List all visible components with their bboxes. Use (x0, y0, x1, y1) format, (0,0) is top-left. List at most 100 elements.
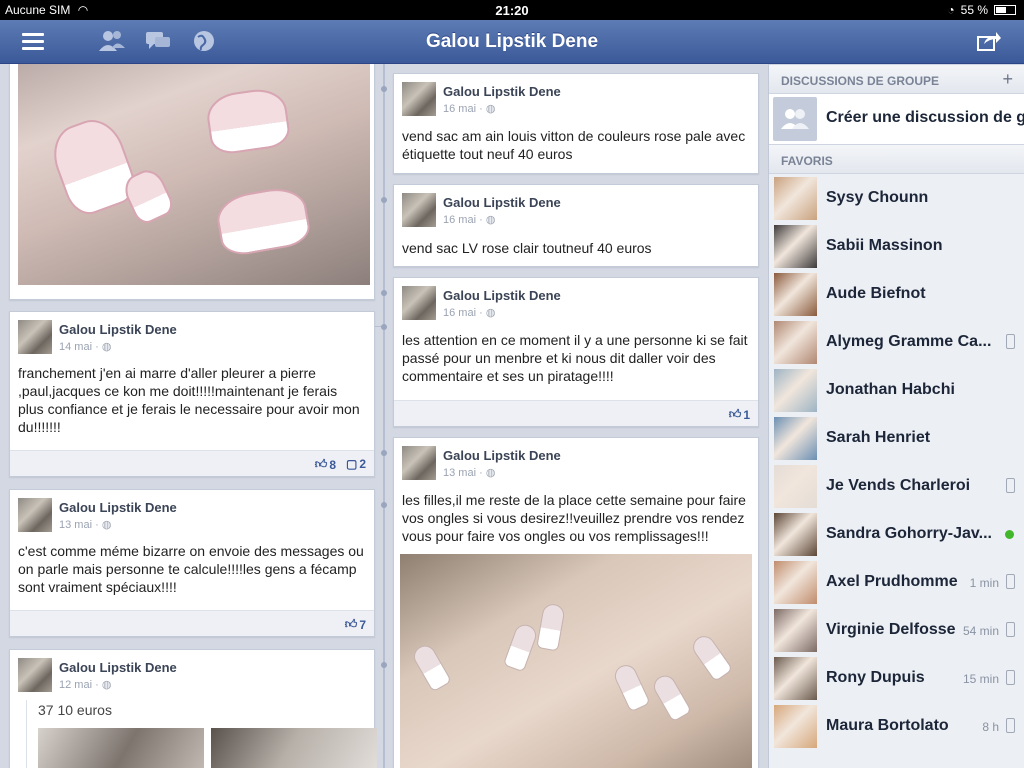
post-date: 14 mai · ◍ (59, 341, 112, 353)
post-date-text: 12 mai (59, 679, 93, 691)
avatar[interactable] (774, 417, 817, 460)
post-author[interactable]: Galou Lipstik Dene (59, 322, 177, 337)
friend-row[interactable]: Sysy Chounn (769, 175, 1024, 223)
like-count[interactable]: 👍︎ 7 (345, 617, 366, 632)
group-icon (773, 97, 817, 141)
avatar[interactable] (774, 705, 817, 748)
post-text: c'est comme méme bizarre on envoie des m… (18, 543, 364, 595)
post-text: franchement j'en ai marre d'aller pleure… (18, 365, 360, 435)
avatar[interactable] (774, 609, 817, 652)
post-footer: 👍︎ 7 (10, 610, 374, 636)
friend-name: Sandra Gohorry-Jav... (826, 525, 992, 542)
like-count[interactable]: 👍︎ 1 (729, 407, 750, 422)
avatar[interactable] (18, 320, 52, 354)
avatar[interactable] (774, 321, 817, 364)
avatar[interactable] (774, 177, 817, 220)
friend-row[interactable]: Aude Biefnot (769, 271, 1024, 319)
post-author[interactable]: Galou Lipstik Dene (443, 84, 561, 99)
shared-album[interactable]: 37 10 euros (26, 700, 377, 768)
post-date-text: 13 mai (443, 467, 477, 479)
clock: 21:20 (495, 3, 529, 18)
post-card[interactable]: Galou Lipstik Dene 12 mai · ◍ 37 10 euro… (9, 649, 377, 768)
avatar[interactable] (774, 369, 817, 412)
avatar[interactable] (402, 193, 436, 227)
like-count[interactable]: 👍︎ 8 (315, 457, 336, 472)
friend-row[interactable]: Sarah Henriet (769, 415, 1024, 463)
post-text: vend sac LV rose clair toutneuf 40 euros (402, 240, 652, 256)
avatar[interactable] (402, 82, 436, 116)
avatar[interactable] (18, 658, 52, 692)
share-icon[interactable] (976, 30, 1002, 52)
post-card[interactable]: Galou Lipstik Dene 16 mai · ◍ vend sac a… (393, 73, 759, 174)
avatar[interactable] (774, 273, 817, 316)
create-group-discussion[interactable]: Créer une discussion de g (769, 94, 1024, 144)
friend-row[interactable]: Axel Prudhomme 1 min (769, 559, 1024, 607)
comment-count[interactable]: ▢ 2 (346, 457, 366, 471)
post-footer: 👍︎ 8 ▢ 2 (10, 450, 374, 476)
nails-photo[interactable] (400, 554, 752, 768)
mobile-icon (1006, 478, 1015, 493)
globe-icon: ◍ (485, 214, 496, 226)
status-bar: Aucune SIM ◠ 21:20 ◔ 55 % (0, 0, 1024, 20)
avatar[interactable] (402, 446, 436, 480)
chat-sidebar[interactable]: DISCUSSIONS DE GROUPE + Créer une discus… (768, 64, 1024, 768)
post-date: 12 mai · ◍ (59, 679, 112, 691)
friend-name: Jonathan Habchi (826, 381, 955, 398)
post-text: les filles,il me reste de la place cette… (402, 492, 746, 544)
timeline-dot (381, 324, 387, 330)
comment-count-text: 2 (359, 457, 366, 471)
post-card[interactable]: Galou Lipstik Dene 16 mai · ◍ vend sac L… (393, 184, 759, 267)
post-card[interactable]: Galou Lipstik Dene 13 mai · ◍ les filles… (393, 437, 759, 768)
friend-row[interactable]: Sabii Massinon (769, 223, 1024, 271)
post-author[interactable]: Galou Lipstik Dene (59, 660, 177, 675)
online-status-icon (1005, 530, 1014, 539)
post-date: 16 mai · ◍ (443, 307, 496, 319)
nails-photo[interactable] (18, 64, 370, 285)
friend-row[interactable]: Sandra Gohorry-Jav... (769, 511, 1024, 559)
post-date-text: 16 mai (443, 214, 477, 226)
post-author[interactable]: Galou Lipstik Dene (443, 288, 561, 303)
avatar[interactable] (774, 561, 817, 604)
friend-row[interactable]: Jonathan Habchi (769, 367, 1024, 415)
post-date: 13 mai · ◍ (59, 519, 112, 531)
timeline-dot (381, 290, 387, 296)
photo-post-card[interactable] (9, 64, 375, 300)
post-date: 16 mai · ◍ (443, 214, 496, 226)
avatar[interactable] (774, 225, 817, 268)
avatar[interactable] (402, 286, 436, 320)
album-photo[interactable] (211, 728, 377, 768)
avatar[interactable] (774, 465, 817, 508)
page-title: Galou Lipstik Dene (425, 31, 599, 52)
like-icon: 👍︎ (344, 617, 358, 631)
album-caption: 37 10 euros (38, 702, 112, 718)
post-date-text: 13 mai (59, 519, 93, 531)
post-card[interactable]: Galou Lipstik Dene 16 mai · ◍ les attent… (393, 277, 759, 427)
post-date-text: 16 mai (443, 307, 477, 319)
post-author[interactable]: Galou Lipstik Dene (59, 500, 177, 515)
friend-row[interactable]: Maura Bortolato 8 h (769, 703, 1024, 751)
post-card[interactable]: Galou Lipstik Dene 13 mai · ◍ c'est comm… (9, 489, 375, 637)
friend-row[interactable]: Alymeg Gramme Ca... (769, 319, 1024, 367)
timeline-feed[interactable]: Galou Lipstik Dene 14 mai · ◍ franchemen… (0, 64, 768, 768)
mobile-icon (1006, 334, 1015, 349)
globe-icon: ◍ (485, 307, 496, 319)
post-date-text: 14 mai (59, 341, 93, 353)
post-author[interactable]: Galou Lipstik Dene (443, 195, 561, 210)
friend-row[interactable]: Virginie Delfosse 54 min (769, 607, 1024, 655)
album-photo[interactable] (38, 728, 204, 768)
globe-icon: ◍ (485, 103, 496, 115)
friend-row[interactable]: Je Vends Charleroi (769, 463, 1024, 511)
friend-row[interactable]: Rony Dupuis 15 min (769, 655, 1024, 703)
mobile-icon (1006, 718, 1015, 733)
post-author[interactable]: Galou Lipstik Dene (443, 448, 561, 463)
post-card[interactable]: Galou Lipstik Dene 14 mai · ◍ franchemen… (9, 311, 375, 477)
avatar[interactable] (774, 513, 817, 556)
avatar[interactable] (774, 657, 817, 700)
friend-name: Aude Biefnot (826, 285, 926, 302)
post-text: vend sac am ain louis vitton de couleurs… (402, 128, 746, 162)
friend-name: Sabii Massinon (826, 237, 943, 254)
add-group-button[interactable]: + (1002, 69, 1013, 90)
avatar[interactable] (18, 498, 52, 532)
like-count-text: 7 (359, 617, 366, 632)
timeline-dot (381, 450, 387, 456)
